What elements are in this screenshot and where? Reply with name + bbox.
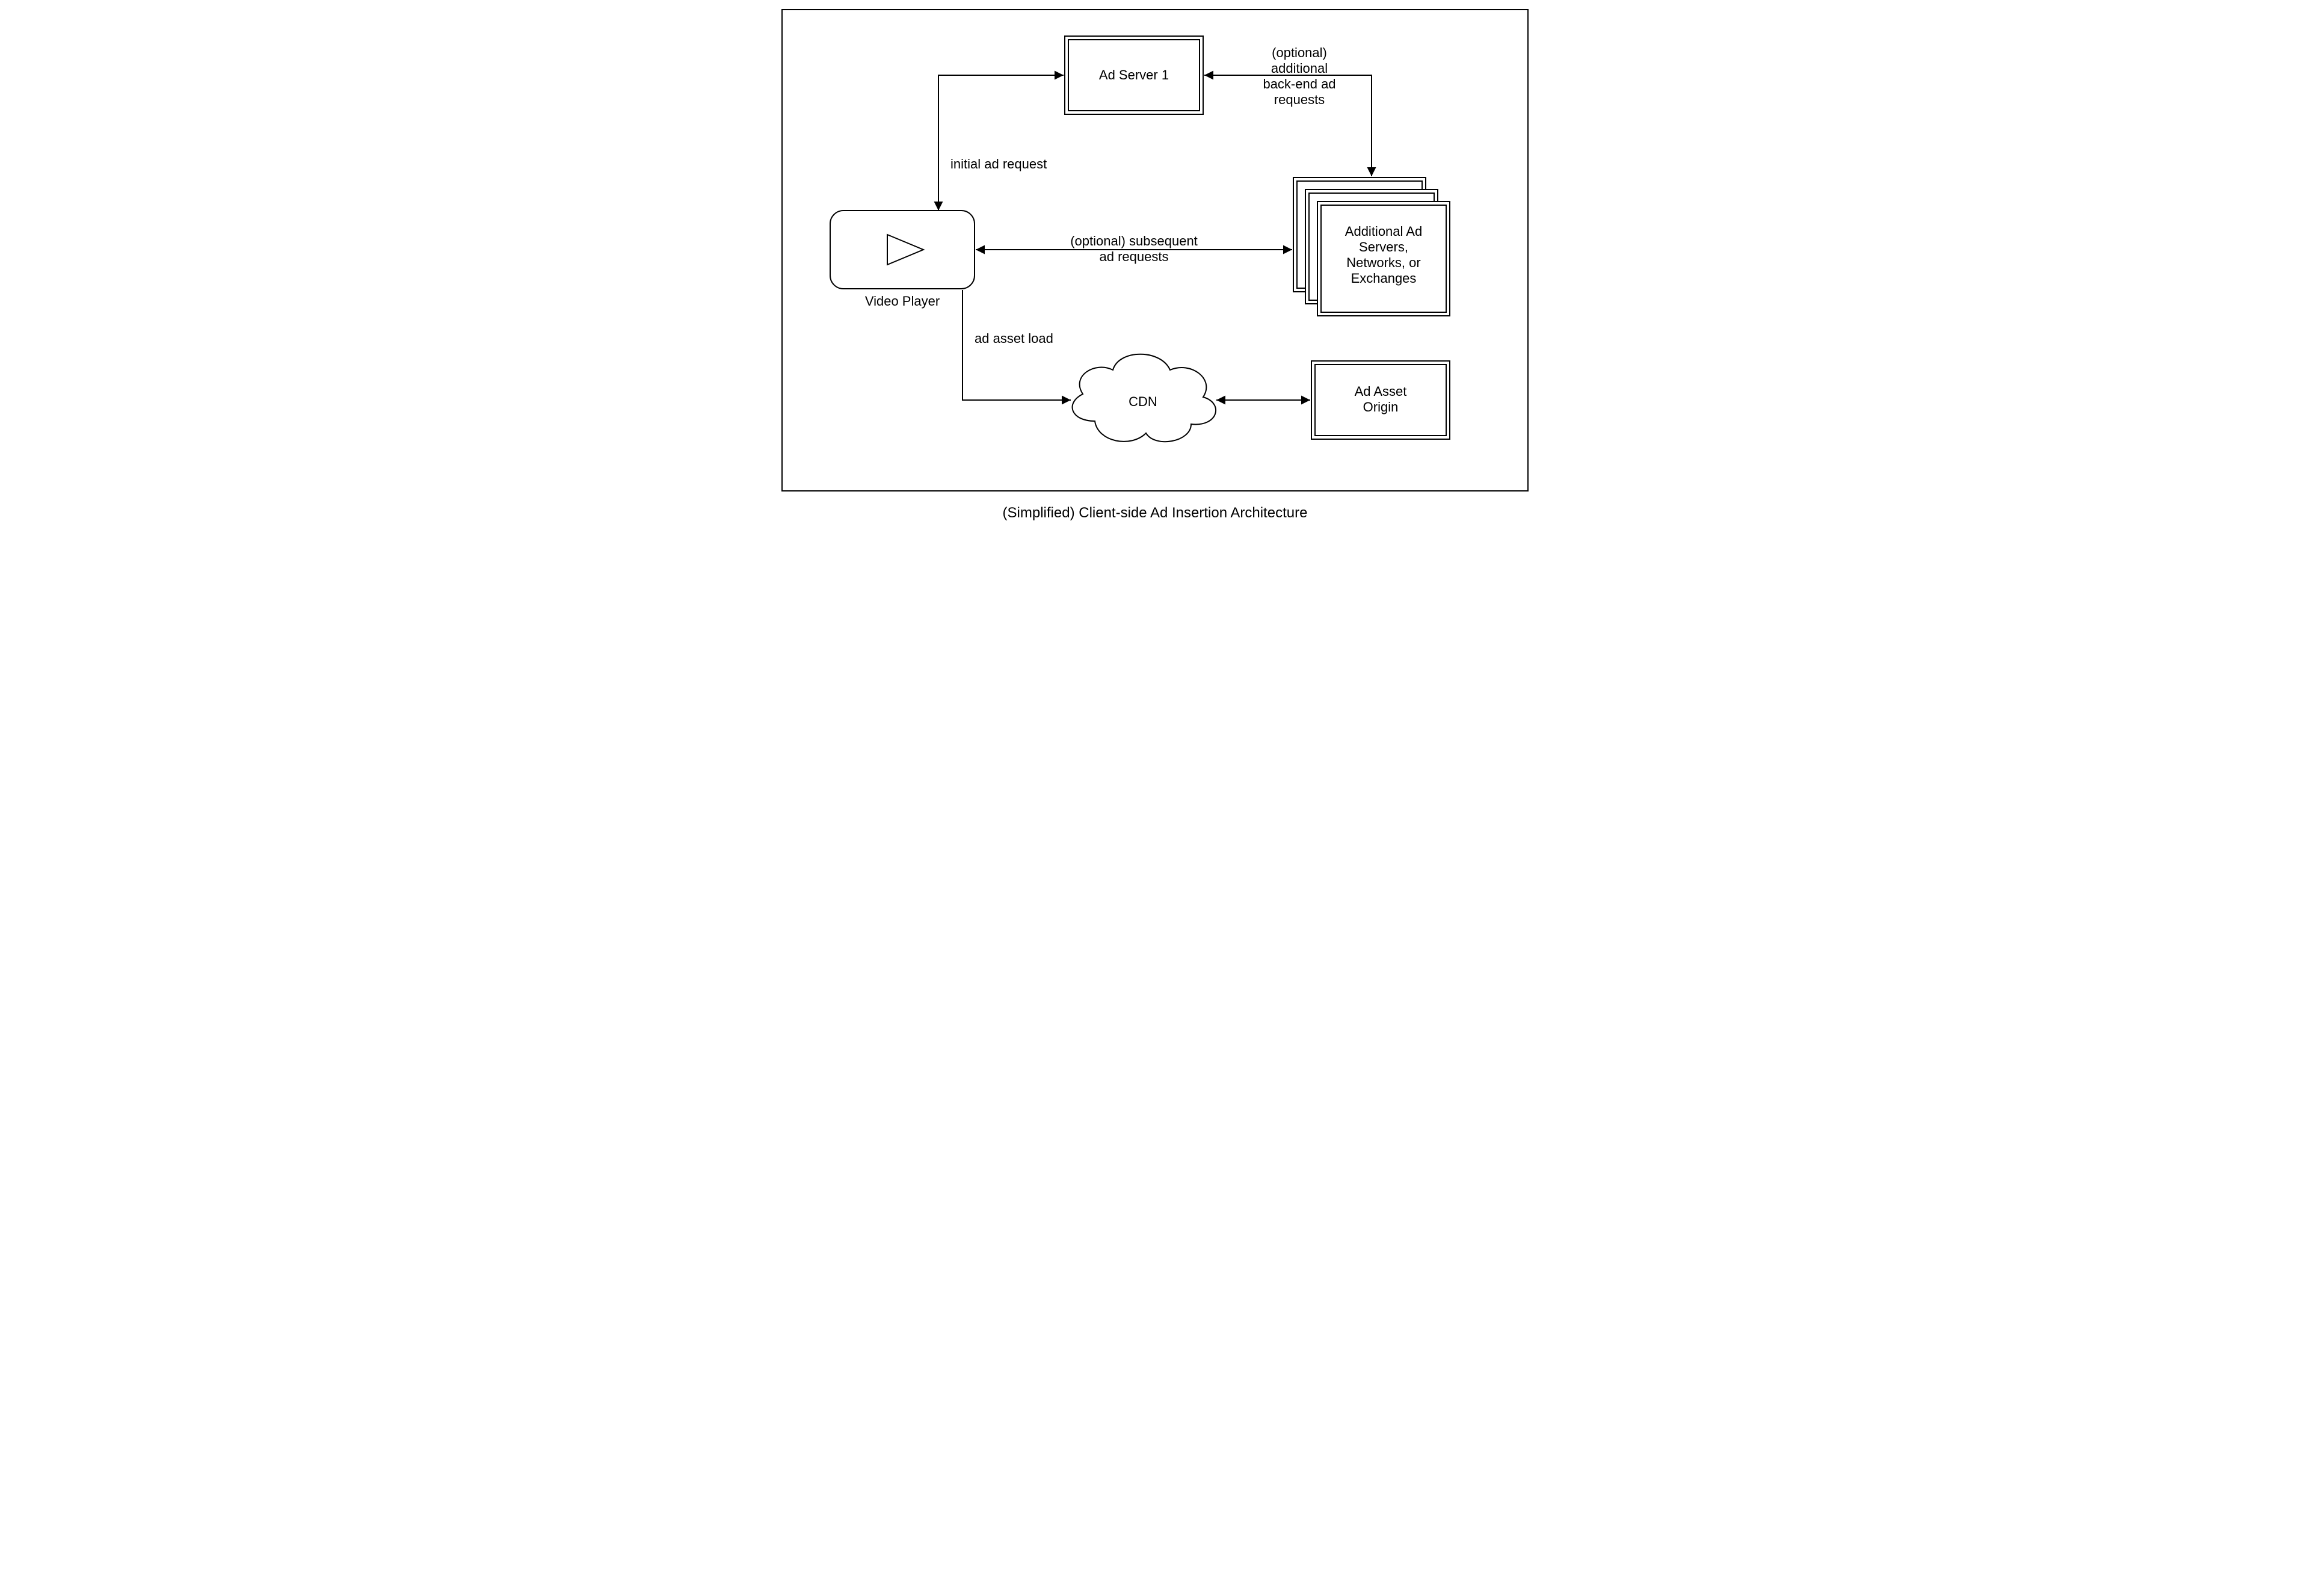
- edge-initial-ad-request-label: initial ad request: [950, 156, 1047, 171]
- edge-optional-backend-label-4: requests: [1274, 92, 1325, 107]
- edge-optional-subsequent-label-2: ad requests: [1100, 249, 1169, 264]
- diagram-caption: (Simplified) Client-side Ad Insertion Ar…: [1003, 505, 1308, 521]
- additional-servers-label-3: Networks, or: [1346, 255, 1420, 270]
- play-icon: [887, 235, 923, 265]
- additional-servers-node: Additional Ad Servers, Networks, or Exch…: [1293, 177, 1450, 316]
- cdn-label: CDN: [1129, 394, 1157, 409]
- edge-initial-ad-request: [938, 75, 1064, 211]
- cdn-node: CDN: [1073, 354, 1216, 442]
- ad-server-1-node: Ad Server 1: [1065, 36, 1203, 114]
- edge-optional-backend-label-3: back-end ad: [1263, 76, 1335, 91]
- edge-optional-subsequent-label-1: (optional) subsequent: [1070, 233, 1198, 248]
- architecture-diagram: Video Player Ad Server 1 Additional Ad S…: [770, 0, 1540, 532]
- video-player-label: Video Player: [865, 294, 940, 309]
- ad-asset-origin-label-2: Origin: [1363, 399, 1399, 414]
- ad-asset-origin-node: Ad Asset Origin: [1311, 361, 1450, 439]
- video-player-node: Video Player: [830, 211, 975, 309]
- edge-optional-backend-label-2: additional: [1271, 61, 1328, 76]
- additional-servers-label-1: Additional Ad: [1345, 224, 1422, 239]
- ad-asset-origin-label-1: Ad Asset: [1355, 384, 1407, 399]
- additional-servers-label-2: Servers,: [1359, 239, 1408, 254]
- edge-optional-backend-label-1: (optional): [1272, 45, 1327, 60]
- ad-server-1-label: Ad Server 1: [1099, 67, 1169, 82]
- additional-servers-label-4: Exchanges: [1351, 271, 1417, 286]
- edge-ad-asset-load-label: ad asset load: [975, 331, 1053, 346]
